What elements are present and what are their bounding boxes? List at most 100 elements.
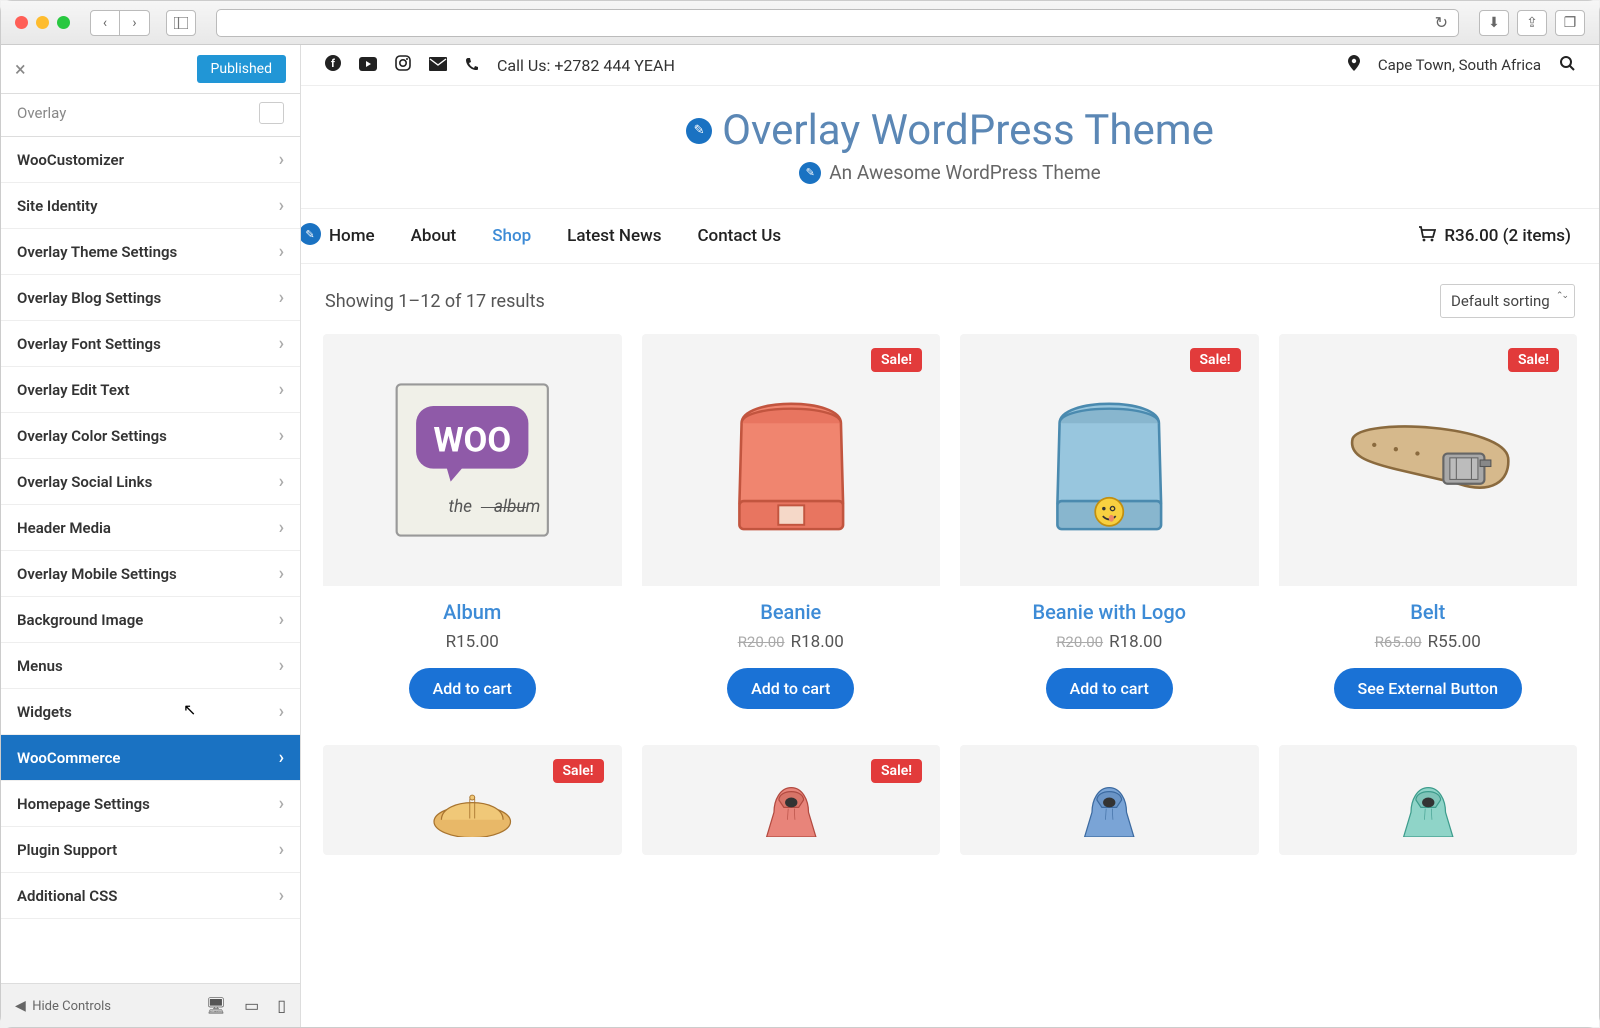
svg-text:f: f — [331, 57, 335, 70]
device-mobile-icon[interactable]: ▯ — [277, 996, 286, 1015]
cart-link[interactable]: R36.00 (2 items) — [1418, 226, 1571, 247]
close-window-button[interactable] — [15, 16, 28, 29]
instagram-icon[interactable] — [395, 55, 411, 75]
panel-item-widgets[interactable]: Widgets› — [1, 689, 300, 735]
customizer-header: × Published — [1, 45, 300, 94]
youtube-icon[interactable] — [359, 56, 377, 75]
panel-item-label: Overlay Theme Settings — [17, 243, 177, 261]
forward-button[interactable]: › — [120, 10, 150, 36]
panel-item-additional-css[interactable]: Additional CSS› — [1, 873, 300, 919]
nav-item-about[interactable]: About — [411, 226, 457, 246]
hero: ✎ Overlay WordPress Theme ✎ An Awesome W… — [301, 86, 1599, 208]
result-count: Showing 1–12 of 17 results — [325, 291, 545, 312]
hide-controls-button[interactable]: ◀ Hide Controls — [15, 998, 111, 1014]
product-card[interactable]: Sale! Belt R65.00R55.00 See External But… — [1279, 334, 1578, 731]
product-price: R65.00R55.00 — [1279, 632, 1578, 668]
panel-item-overlay-social-links[interactable]: Overlay Social Links› — [1, 459, 300, 505]
product-title[interactable]: Beanie — [642, 586, 941, 632]
product-card[interactable] — [1279, 745, 1578, 855]
panel-item-header-media[interactable]: Header Media› — [1, 505, 300, 551]
maximize-window-button[interactable] — [57, 16, 70, 29]
chevron-right-icon: › — [279, 149, 284, 170]
minimize-window-button[interactable] — [36, 16, 49, 29]
panel-item-woocustomizer[interactable]: WooCustomizer› — [1, 137, 300, 183]
envelope-icon[interactable] — [429, 56, 447, 75]
panel-item-site-identity[interactable]: Site Identity› — [1, 183, 300, 229]
panel-item-label: Background Image — [17, 611, 143, 629]
reload-icon[interactable]: ↻ — [1435, 13, 1448, 32]
window-controls — [15, 16, 70, 29]
panel-item-label: Plugin Support — [17, 841, 117, 859]
panel-item-overlay-font-settings[interactable]: Overlay Font Settings› — [1, 321, 300, 367]
chevron-right-icon: › — [279, 701, 284, 722]
device-desktop-icon[interactable]: 🖥 — [206, 996, 226, 1015]
close-customizer-button[interactable]: × — [15, 57, 26, 81]
chevron-right-icon: › — [279, 793, 284, 814]
hoodie-blue-illustration — [978, 763, 1241, 837]
sale-badge: Sale! — [553, 759, 604, 783]
product-card[interactable]: Sale! Beanie with Logo R20.00R18.00 Add … — [960, 334, 1259, 731]
address-bar[interactable]: ↻ — [216, 9, 1459, 37]
cart-total-text: R36.00 (2 items) — [1444, 226, 1571, 246]
product-card[interactable]: WOOthealbum Album R15.00 Add to cart — [323, 334, 622, 731]
svg-text:album: album — [494, 497, 541, 517]
panel-item-overlay-mobile-settings[interactable]: Overlay Mobile Settings› — [1, 551, 300, 597]
nav-item-shop[interactable]: Shop — [492, 226, 531, 246]
site-tagline: An Awesome WordPress Theme — [829, 161, 1100, 184]
back-button[interactable]: ‹ — [90, 10, 120, 36]
theme-name-label: Overlay — [17, 104, 66, 122]
add-to-cart-button[interactable]: Add to cart — [1046, 668, 1173, 709]
location-pin-icon — [1348, 55, 1360, 75]
site-title[interactable]: Overlay WordPress Theme — [722, 106, 1214, 155]
share-button[interactable]: ⇪ — [1517, 10, 1547, 36]
panel-item-label: Additional CSS — [17, 887, 117, 905]
site-preview: f Call Us: +2782 444 YEAH Cape Town, Sou… — [301, 45, 1599, 1027]
tabs-button[interactable]: ❐ — [1555, 10, 1585, 36]
cart-icon — [1418, 226, 1436, 247]
search-icon[interactable] — [1559, 55, 1575, 75]
topbar: f Call Us: +2782 444 YEAH Cape Town, Sou… — [301, 45, 1599, 86]
sidebar-toggle-button[interactable] — [166, 10, 196, 36]
chevron-right-icon: › — [279, 379, 284, 400]
main-nav: ✎ Home About Shop Latest News Contact Us R36… — [301, 208, 1599, 264]
panel-item-label: Overlay Blog Settings — [17, 289, 161, 307]
edit-title-button[interactable]: ✎ — [686, 118, 712, 144]
panel-item-overlay-edit-text[interactable]: Overlay Edit Text › — [1, 367, 300, 413]
publish-button[interactable]: Published — [197, 55, 286, 83]
panel-item-label: Overlay Font Settings — [17, 335, 161, 353]
panel-item-plugin-support[interactable]: Plugin Support› — [1, 827, 300, 873]
panel-item-overlay-color-settings[interactable]: Overlay Color Settings› — [1, 413, 300, 459]
product-title[interactable]: Beanie with Logo — [960, 586, 1259, 632]
product-price: R15.00 — [323, 632, 622, 668]
nav-item-contact-us[interactable]: Contact Us — [697, 226, 781, 246]
sort-select[interactable]: Default sorting — [1440, 284, 1575, 318]
panel-item-label: Site Identity — [17, 197, 98, 215]
nav-item-latest-news[interactable]: Latest News — [567, 226, 661, 246]
chevron-right-icon: › — [279, 241, 284, 262]
panel-item-overlay-theme-settings[interactable]: Overlay Theme Settings › — [1, 229, 300, 275]
product-card[interactable]: Sale! Beanie R20.00R18.00 Add to cart — [642, 334, 941, 731]
add-to-cart-button[interactable]: See External Button — [1334, 668, 1523, 709]
product-title[interactable]: Belt — [1279, 586, 1578, 632]
old-price: R65.00 — [1375, 633, 1422, 651]
panel-item-woocommerce[interactable]: WooCommerce› — [1, 735, 300, 781]
theme-change-button[interactable] — [259, 102, 284, 124]
product-card[interactable]: Sale! — [642, 745, 941, 855]
panel-item-background-image[interactable]: Background Image› — [1, 597, 300, 643]
download-button[interactable]: ⬇ — [1479, 10, 1509, 36]
edit-menu-button[interactable]: ✎ — [301, 223, 321, 245]
facebook-icon[interactable]: f — [325, 55, 341, 75]
product-title[interactable]: Album — [323, 586, 622, 632]
old-price: R20.00 — [738, 633, 785, 651]
edit-subtitle-button[interactable]: ✎ — [799, 162, 821, 184]
device-tablet-icon[interactable]: ▭ — [244, 996, 259, 1015]
panel-item-menus[interactable]: Menus› — [1, 643, 300, 689]
panel-item-homepage-settings[interactable]: Homepage Settings› — [1, 781, 300, 827]
panel-item-overlay-blog-settings[interactable]: Overlay Blog Settings› — [1, 275, 300, 321]
product-card[interactable] — [960, 745, 1259, 855]
nav-item-home[interactable]: Home — [329, 226, 375, 246]
panel-item-label: Overlay Edit Text — [17, 381, 130, 399]
product-card[interactable]: Sale! — [323, 745, 622, 855]
add-to-cart-button[interactable]: Add to cart — [727, 668, 854, 709]
add-to-cart-button[interactable]: Add to cart — [409, 668, 536, 709]
